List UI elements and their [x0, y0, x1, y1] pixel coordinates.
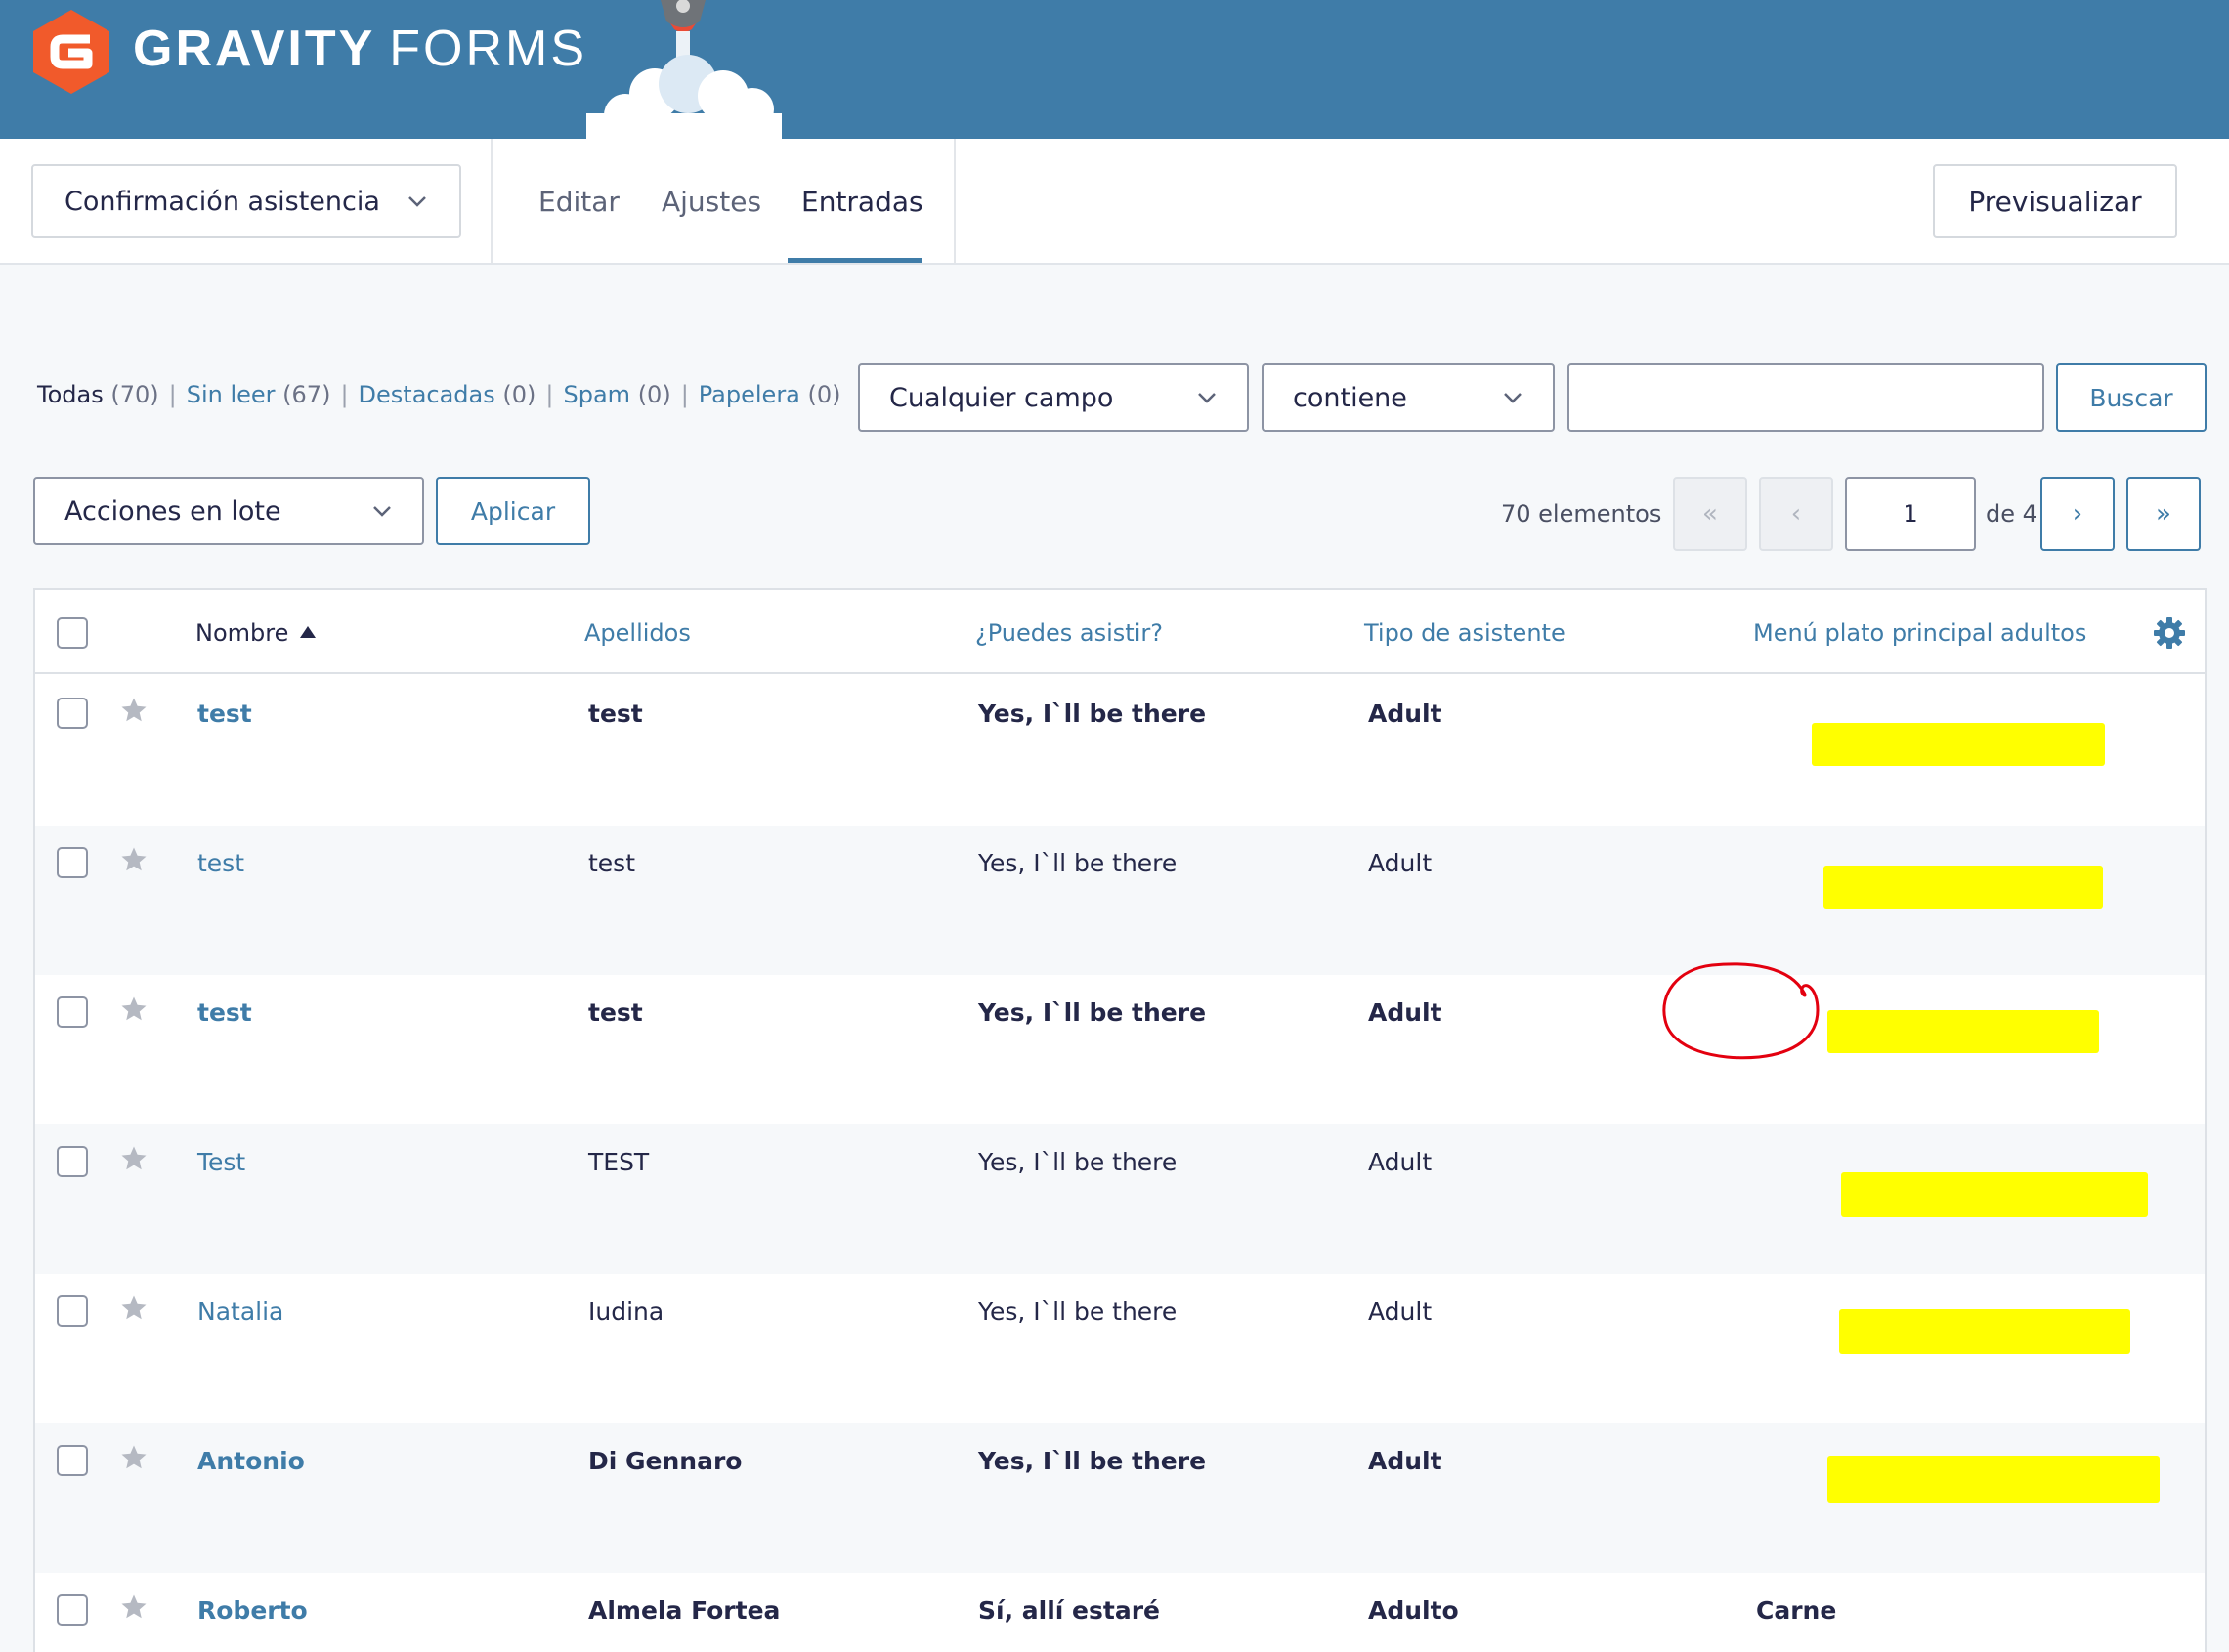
entry-nombre[interactable]: test	[197, 998, 252, 1027]
entry-nombre[interactable]: Test	[197, 1148, 245, 1176]
star-icon[interactable]	[119, 995, 149, 1024]
select-all-checkbox[interactable]	[57, 617, 88, 649]
entry-apellidos: Di Gennaro	[588, 1447, 743, 1475]
yellow-redaction-highlight	[1823, 866, 2103, 909]
entry-asistir: Yes, I`ll be there	[978, 849, 1178, 877]
red-circle-annotation	[1662, 962, 1820, 1060]
entry-apellidos: Iudina	[588, 1297, 664, 1326]
entry-apellidos: test	[588, 699, 643, 728]
search-button[interactable]: Buscar	[2056, 363, 2207, 432]
yellow-redaction-highlight	[1827, 1456, 2160, 1503]
entry-tipo: Adult	[1368, 849, 1433, 877]
search-operator-select[interactable]: contiene	[1262, 363, 1555, 432]
toolbar-divider	[954, 139, 956, 263]
sort-ascending-icon	[300, 626, 317, 638]
entry-tipo: Adult	[1368, 998, 1442, 1027]
next-page-button[interactable]: ›	[2040, 477, 2115, 551]
star-icon[interactable]	[119, 1592, 149, 1622]
preview-button[interactable]: Previsualizar	[1933, 164, 2177, 238]
row-checkbox[interactable]	[57, 1594, 88, 1626]
entry-asistir: Yes, I`ll be there	[978, 1148, 1178, 1176]
column-menu-plato[interactable]: Menú plato principal adultos	[1753, 619, 2086, 647]
form-selector-dropdown[interactable]: Confirmación asistencia	[31, 164, 461, 238]
table-header: Nombre Apellidos ¿Puedes asistir? Tipo d…	[35, 590, 2205, 674]
filter-todas[interactable]: Todas (70)	[37, 381, 159, 408]
entry-apellidos: test	[588, 998, 643, 1027]
entries-table: Nombre Apellidos ¿Puedes asistir? Tipo d…	[33, 588, 2207, 1652]
entry-menu: Carne	[1756, 1596, 1837, 1625]
apply-button[interactable]: Aplicar	[436, 477, 590, 545]
active-tab-indicator	[788, 258, 922, 263]
toolbar-divider	[491, 139, 493, 263]
column-puedes-asistir[interactable]: ¿Puedes asistir?	[975, 619, 1163, 647]
gear-icon[interactable]	[2154, 617, 2185, 649]
star-icon[interactable]	[119, 1293, 149, 1323]
entry-asistir: Yes, I`ll be there	[978, 998, 1207, 1027]
entry-tipo: Adult	[1368, 699, 1442, 728]
chevron-down-icon	[1504, 393, 1522, 403]
form-toolbar: Confirmación asistencia Editar Ajustes E…	[0, 139, 2229, 265]
bulk-actions-select[interactable]: Acciones en lote	[33, 477, 424, 545]
entry-asistir: Sí, allí estaré	[978, 1596, 1160, 1625]
table-row[interactable]: Roberto Almela Fortea Sí, allí estaré Adult…	[35, 1573, 2205, 1652]
column-nombre[interactable]: Nombre	[195, 619, 317, 647]
items-count: 70 elementos	[1501, 500, 1662, 528]
search-field-select[interactable]: Cualquier campo	[858, 363, 1249, 432]
prev-page-button[interactable]: ‹	[1759, 477, 1833, 551]
chevron-down-icon	[408, 196, 426, 207]
yellow-redaction-highlight	[1839, 1309, 2130, 1354]
star-icon[interactable]	[119, 1144, 149, 1173]
filter-sin-leer[interactable]: Sin leer (67)	[187, 381, 331, 408]
entry-nombre[interactable]: test	[197, 699, 252, 728]
star-icon[interactable]	[119, 696, 149, 725]
star-icon[interactable]	[119, 845, 149, 874]
search-input[interactable]	[1567, 363, 2044, 432]
column-tipo-asistente[interactable]: Tipo de asistente	[1364, 619, 1565, 647]
chevron-down-icon	[373, 506, 391, 517]
entry-tipo: Adulto	[1368, 1596, 1459, 1625]
entry-asistir: Yes, I`ll be there	[978, 699, 1207, 728]
row-checkbox[interactable]	[57, 1146, 88, 1177]
row-checkbox[interactable]	[57, 1295, 88, 1327]
yellow-redaction-highlight	[1841, 1172, 2148, 1217]
entry-nombre[interactable]: test	[197, 849, 244, 877]
tab-ajustes[interactable]: Ajustes	[662, 186, 761, 218]
last-page-button[interactable]: »	[2126, 477, 2201, 551]
tab-entradas[interactable]: Entradas	[801, 186, 923, 218]
entry-nombre[interactable]: Antonio	[197, 1447, 305, 1475]
first-page-button[interactable]: «	[1673, 477, 1747, 551]
entry-filters: Todas (70) | Sin leer (67) | Destacadas (0) |…	[37, 381, 841, 408]
row-checkbox[interactable]	[57, 698, 88, 729]
total-pages: de 4	[1986, 500, 2037, 528]
tab-editar[interactable]: Editar	[538, 186, 620, 218]
app-header: GRAVITY FORMS	[0, 0, 2229, 139]
entry-nombre[interactable]: Natalia	[197, 1297, 283, 1326]
star-icon[interactable]	[119, 1443, 149, 1472]
entry-nombre[interactable]: Roberto	[197, 1596, 308, 1625]
rocket-illustration-icon	[586, 0, 782, 139]
form-selector-value: Confirmación asistencia	[64, 186, 380, 217]
entry-apellidos: test	[588, 849, 636, 877]
filter-destacadas[interactable]: Destacadas (0)	[359, 381, 536, 408]
entry-tipo: Adult	[1368, 1447, 1442, 1475]
entry-apellidos: TEST	[588, 1148, 650, 1176]
yellow-redaction-highlight	[1812, 723, 2105, 766]
filter-papelera[interactable]: Papelera (0)	[699, 381, 841, 408]
entry-tipo: Adult	[1368, 1297, 1433, 1326]
row-checkbox[interactable]	[57, 847, 88, 878]
brand-name: GRAVITY FORMS	[133, 21, 588, 77]
current-page-input[interactable]: 1	[1845, 477, 1976, 551]
row-checkbox[interactable]	[57, 1445, 88, 1476]
entry-asistir: Yes, I`ll be there	[978, 1447, 1207, 1475]
yellow-redaction-highlight	[1827, 1010, 2099, 1053]
row-checkbox[interactable]	[57, 996, 88, 1028]
entry-apellidos: Almela Fortea	[588, 1596, 781, 1625]
entry-tipo: Adult	[1368, 1148, 1433, 1176]
chevron-down-icon	[1198, 393, 1216, 403]
entry-asistir: Yes, I`ll be there	[978, 1297, 1178, 1326]
gravity-forms-logo-icon	[33, 10, 109, 94]
column-apellidos[interactable]: Apellidos	[584, 619, 691, 647]
filter-spam[interactable]: Spam (0)	[563, 381, 670, 408]
